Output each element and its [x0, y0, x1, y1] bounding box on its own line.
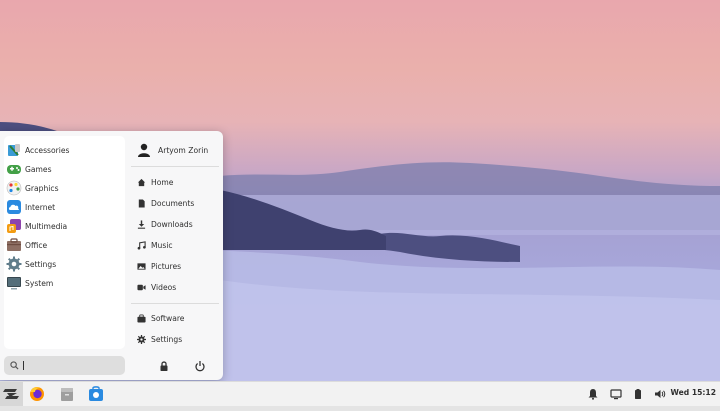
settings-gear-icon — [137, 334, 146, 344]
place-downloads[interactable]: Downloads — [137, 216, 217, 232]
place-documents[interactable]: Documents — [137, 195, 217, 211]
category-graphics[interactable]: Graphics — [6, 179, 123, 197]
place-label: Music — [151, 240, 173, 250]
place-pictures[interactable]: Pictures — [137, 258, 217, 274]
place-home[interactable]: Home — [137, 174, 217, 190]
divider — [131, 166, 219, 167]
firefox-icon[interactable] — [28, 385, 46, 403]
category-accessories[interactable]: Accessories — [6, 141, 123, 159]
taskbar: Wed 15:12 — [0, 381, 720, 407]
files-icon[interactable] — [58, 385, 76, 403]
music-icon — [137, 240, 146, 250]
screen-bottom-edge — [0, 406, 720, 411]
category-system[interactable]: System — [6, 274, 123, 292]
category-list: Accessories Games Graphics Internet Mult… — [4, 136, 125, 349]
power-icon[interactable] — [194, 360, 206, 372]
lock-icon[interactable] — [158, 360, 170, 372]
category-settings[interactable]: Settings — [6, 255, 123, 273]
category-label: Settings — [25, 259, 57, 269]
user-account[interactable]: Artyom Zorin — [137, 141, 208, 159]
link-software[interactable]: Software — [137, 310, 217, 326]
battery-icon[interactable] — [632, 388, 644, 400]
office-icon — [7, 238, 21, 251]
graphics-icon — [6, 180, 22, 196]
software-store-icon[interactable] — [87, 385, 105, 403]
category-internet[interactable]: Internet — [6, 198, 123, 216]
place-label: Pictures — [151, 261, 182, 271]
search-input[interactable] — [4, 356, 125, 375]
place-label: Downloads — [151, 219, 193, 229]
user-name: Artyom Zorin — [158, 145, 209, 155]
zorin-menu-icon[interactable] — [2, 385, 20, 403]
software-icon — [137, 313, 146, 323]
notifications-icon[interactable] — [587, 388, 599, 400]
link-label: Software — [151, 313, 185, 323]
pictures-icon — [137, 262, 146, 270]
category-games[interactable]: Games — [6, 160, 123, 178]
volume-icon[interactable] — [654, 388, 666, 400]
category-label: Graphics — [25, 183, 59, 193]
place-label: Documents — [151, 198, 195, 208]
system-icon — [7, 277, 21, 290]
start-menu: Accessories Games Graphics Internet Mult… — [0, 131, 223, 380]
text-cursor — [23, 361, 24, 370]
place-label: Home — [151, 177, 174, 187]
category-label: Internet — [25, 202, 56, 212]
category-label: Accessories — [25, 145, 70, 155]
divider — [131, 303, 219, 304]
category-label: Office — [25, 240, 48, 250]
internet-icon — [7, 200, 21, 214]
home-icon — [137, 178, 146, 186]
category-label: Games — [25, 164, 52, 174]
place-videos[interactable]: Videos — [137, 279, 217, 295]
settings-icon — [6, 256, 22, 272]
user-avatar-icon — [138, 143, 150, 157]
link-settings[interactable]: Settings — [137, 331, 217, 347]
multimedia-icon — [7, 219, 21, 233]
documents-icon — [138, 198, 145, 208]
place-music[interactable]: Music — [137, 237, 217, 253]
link-label: Settings — [151, 334, 183, 344]
videos-icon — [137, 284, 146, 290]
category-label: Multimedia — [25, 221, 68, 231]
downloads-icon — [137, 219, 146, 229]
games-icon — [7, 165, 21, 174]
category-office[interactable]: Office — [6, 236, 123, 254]
search-icon — [10, 361, 19, 370]
accessories-icon — [8, 144, 20, 156]
place-label: Videos — [151, 282, 177, 292]
category-label: System — [25, 278, 54, 288]
clock[interactable]: Wed 15:12 — [670, 388, 716, 397]
display-icon[interactable] — [610, 388, 622, 400]
category-multimedia[interactable]: Multimedia — [6, 217, 123, 235]
